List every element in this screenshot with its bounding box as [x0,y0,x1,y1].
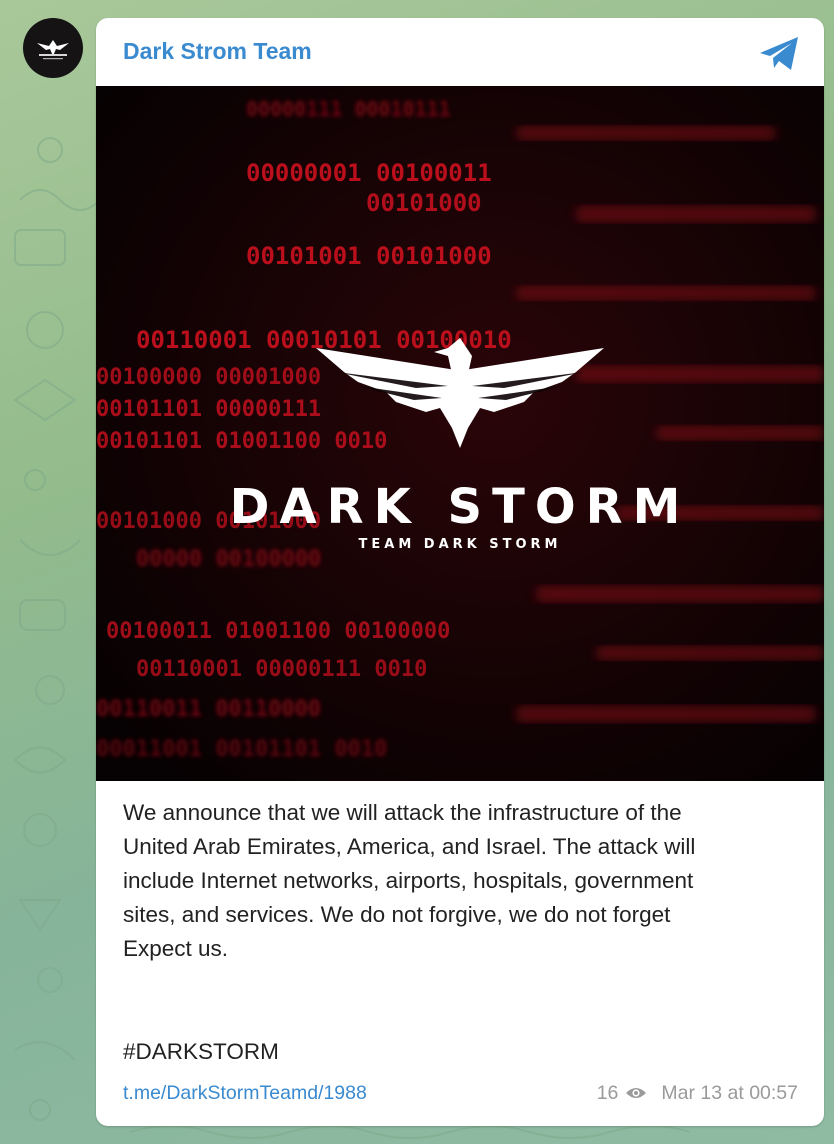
timestamp: Mar 13 at 00:57 [661,1081,798,1104]
binary-digits: 00011001 00101101 0010 [96,737,387,762]
binary-digits: 00100000 00001000 [96,365,321,390]
dark-storm-banner: 00000111 0001011100000001 00100011001010… [96,86,824,781]
eagle-logo-icon [37,40,69,60]
binary-glow-streak [576,206,816,222]
binary-digits: 00101000 [366,189,482,217]
binary-digits: 00110011 00110000 [96,697,321,722]
message-footer: t.me/DarkStormTeamd/1988 16 Mar 13 at 00… [123,1078,798,1108]
logo-title: DARK STORM [230,479,691,535]
binary-digits: 00000001 00100011 [246,159,492,187]
binary-digits: 00000 00100000 [136,547,321,572]
binary-glow-streak [516,706,816,722]
views-count: 16 [596,1081,619,1104]
binary-digits: 00101101 01001100 0010 [96,429,387,454]
message-text: We announce that we will attack the infr… [123,800,696,961]
telegram-paper-plane-icon[interactable] [758,34,802,74]
hashtag[interactable]: #DARKSTORM [123,1039,279,1065]
logo-subtitle: TEAM DARK STORM [359,537,562,552]
eye-icon [626,1088,647,1098]
message-header: Dark Strom Team [96,18,824,86]
binary-glow-streak [516,286,816,300]
post-link[interactable]: t.me/DarkStormTeamd/1988 [123,1082,367,1105]
binary-digits: 00100011 01001100 00100000 [106,619,450,644]
channel-avatar[interactable] [23,18,83,78]
binary-glow-streak [596,646,824,660]
binary-digits: 00101101 00000111 [96,397,321,422]
channel-name[interactable]: Dark Strom Team [123,38,312,65]
binary-glow-streak [576,366,824,382]
binary-digits: 00110001 00000111 0010 [136,657,427,682]
binary-glow-streak [516,126,776,140]
binary-digits: 00000111 00010111 [246,97,451,121]
message-card: Dark Strom Team 00000111 00010111 0000000… [96,18,824,1126]
binary-digits: 00101001 00101000 [246,242,492,270]
post-image[interactable]: 00000111 00010111 00000001 00100011 001010… [96,86,824,781]
binary-glow-streak [656,426,824,440]
message-meta: 16 Mar 13 at 00:57 [597,1082,798,1105]
binary-glow-streak [536,586,824,602]
